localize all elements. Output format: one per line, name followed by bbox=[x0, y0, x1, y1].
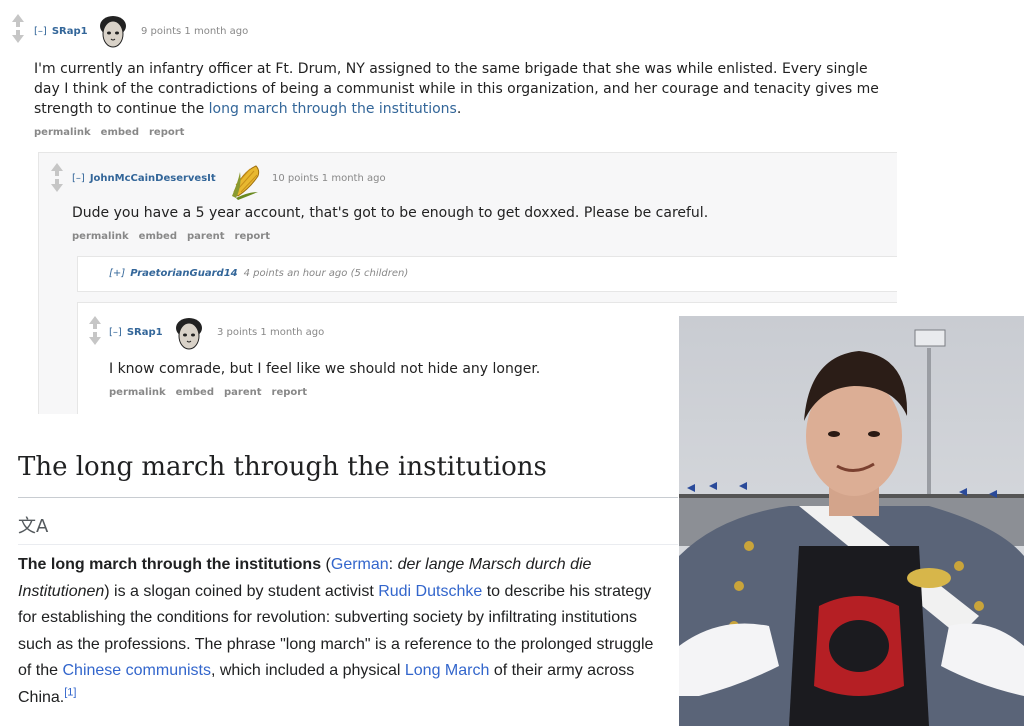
long-march-link[interactable]: Long March bbox=[405, 662, 490, 679]
permalink-button[interactable]: permalink bbox=[34, 127, 91, 138]
report-button[interactable]: report bbox=[149, 127, 184, 138]
comment-meta: 10 points 1 month ago bbox=[272, 173, 386, 184]
comment-meta: 9 points 1 month ago bbox=[141, 26, 249, 37]
permalink-button[interactable]: permalink bbox=[72, 231, 129, 242]
cadet-photo bbox=[679, 316, 1024, 726]
comment-tagline: [+] PraetorianGuard14 4 points an hour ago… bbox=[109, 268, 408, 279]
downvote-icon[interactable] bbox=[12, 35, 24, 43]
report-button[interactable]: report bbox=[272, 387, 307, 398]
comment-tagline: [–] SRap1 bbox=[34, 26, 88, 37]
permalink-button[interactable]: permalink bbox=[109, 387, 166, 398]
title-divider bbox=[18, 497, 678, 498]
toolbar-divider bbox=[18, 544, 678, 545]
article-paragraph: The long march through the institutions … bbox=[18, 556, 654, 706]
comment-buttons: permalink embed report bbox=[34, 127, 194, 138]
comment-tagline: [–] SRap1 bbox=[109, 327, 163, 338]
author-avatar-icon bbox=[176, 318, 202, 350]
embed-button[interactable]: embed bbox=[176, 387, 214, 398]
vote-arrows[interactable] bbox=[88, 316, 102, 345]
parent-button[interactable]: parent bbox=[187, 231, 225, 242]
downvote-icon[interactable] bbox=[51, 184, 63, 192]
embed-button[interactable]: embed bbox=[101, 127, 139, 138]
language-icon[interactable]: 文A bbox=[18, 512, 48, 538]
upvote-icon[interactable] bbox=[51, 163, 63, 171]
corn-flair-icon bbox=[232, 165, 260, 200]
vote-arrows[interactable] bbox=[11, 14, 25, 43]
page-title: The long march through the institutions bbox=[18, 452, 547, 482]
comment-meta: 3 points 1 month ago bbox=[217, 327, 325, 338]
comment-author[interactable]: PraetorianGuard14 bbox=[130, 268, 237, 279]
collapse-toggle[interactable]: [–] bbox=[72, 173, 85, 184]
collapse-toggle[interactable]: [–] bbox=[34, 26, 47, 37]
cadet-photo-illustration bbox=[679, 316, 1024, 726]
comment-buttons: permalink embed parent report bbox=[72, 231, 280, 242]
upvote-icon[interactable] bbox=[12, 14, 24, 22]
german-link[interactable]: German bbox=[331, 556, 389, 573]
collapse-toggle[interactable]: [–] bbox=[109, 327, 122, 338]
comment-meta: 4 points an hour ago (5 children) bbox=[243, 268, 409, 279]
wikipedia-article-excerpt: The long march through the institutions … bbox=[0, 414, 679, 726]
expand-toggle[interactable]: [+] bbox=[109, 268, 125, 279]
report-button[interactable]: report bbox=[235, 231, 270, 242]
chinese-communists-link[interactable]: Chinese communists bbox=[62, 662, 211, 679]
comment-body: I know comrade, but I feel like we shoul… bbox=[109, 361, 541, 377]
comment-body: I'm currently an infantry officer at Ft.… bbox=[34, 61, 879, 117]
upvote-icon[interactable] bbox=[89, 316, 101, 324]
comment-tagline: [–] JohnMcCainDeservesIt bbox=[72, 173, 216, 184]
rudi-dutschke-link[interactable]: Rudi Dutschke bbox=[378, 583, 482, 600]
comment-author[interactable]: JohnMcCainDeservesIt bbox=[90, 173, 216, 184]
reference-link[interactable]: [1] bbox=[64, 686, 76, 698]
author-avatar-icon bbox=[100, 16, 126, 48]
article-subject: The long march through the institutions bbox=[18, 556, 322, 573]
comment-buttons: permalink embed parent report bbox=[109, 387, 317, 398]
comment-author[interactable]: SRap1 bbox=[52, 26, 88, 37]
vote-arrows[interactable] bbox=[50, 163, 64, 192]
embed-button[interactable]: embed bbox=[139, 231, 177, 242]
comment-author[interactable]: SRap1 bbox=[127, 327, 163, 338]
comment-body: Dude you have a 5 year account, that's g… bbox=[72, 205, 709, 221]
long-march-link[interactable]: long march through the institutions bbox=[209, 101, 457, 117]
downvote-icon[interactable] bbox=[89, 337, 101, 345]
parent-button[interactable]: parent bbox=[224, 387, 262, 398]
